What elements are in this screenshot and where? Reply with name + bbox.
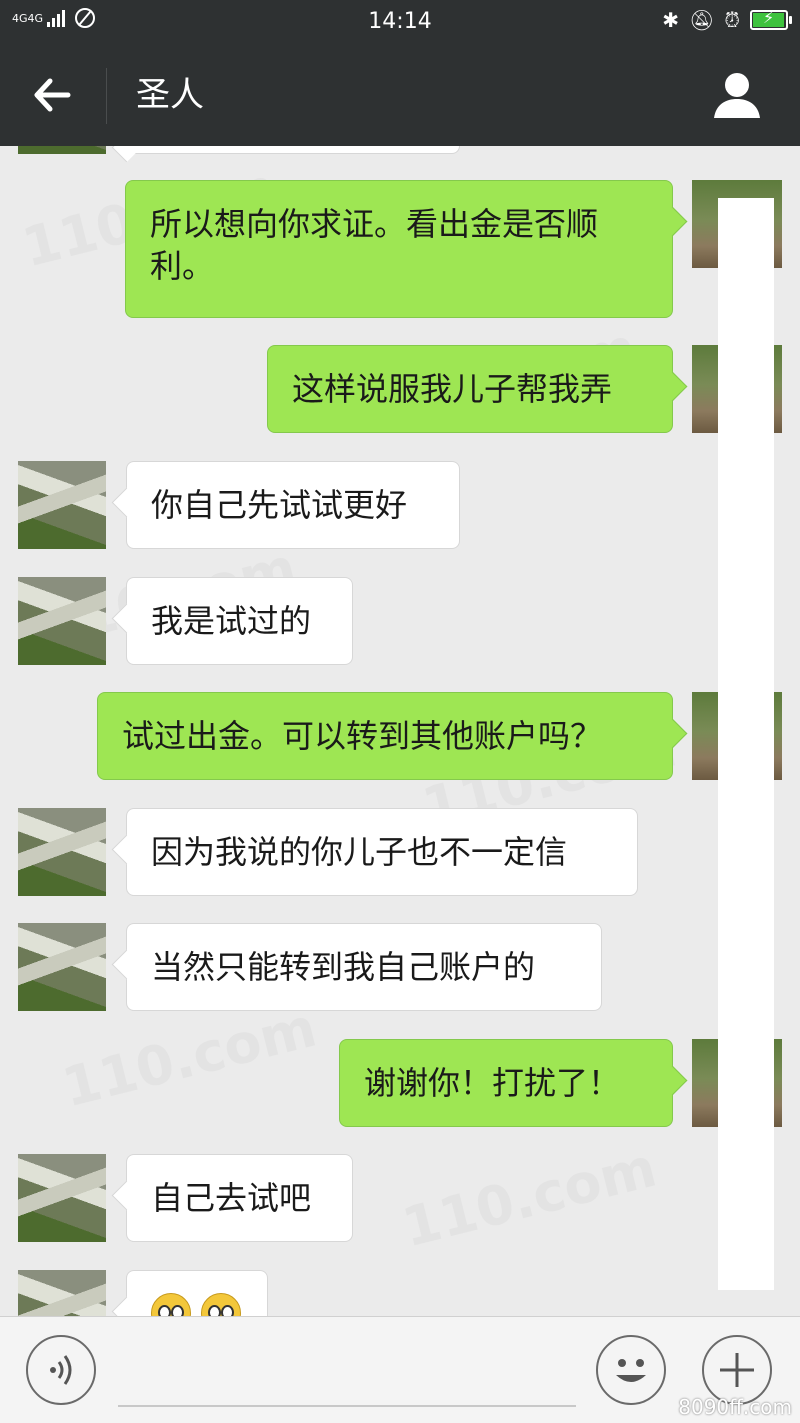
smiling-emoji-icon: [201, 1293, 241, 1316]
chat-header: 圣人: [0, 44, 800, 146]
message-bubble-incoming[interactable]: 我是试过的: [126, 577, 353, 665]
message-text: 你自己先试试更好: [151, 486, 408, 524]
avatar[interactable]: [18, 808, 106, 896]
message-text: 我是试过的: [151, 602, 312, 640]
message-bubble-outgoing[interactable]: 这样说服我儿子帮我弄: [267, 345, 673, 433]
avatar[interactable]: [18, 1154, 106, 1242]
bluetooth-icon: ✱: [662, 8, 679, 32]
message-bubble-outgoing[interactable]: 谢谢你！打扰了！: [339, 1039, 673, 1127]
bell-muted-icon: 🔕︎: [689, 8, 715, 32]
chat-title: 圣人: [136, 75, 204, 115]
contact-info-button[interactable]: [710, 68, 764, 122]
input-bar: 8090ff.com: [0, 1316, 800, 1423]
avatar[interactable]: [18, 146, 106, 154]
emoji-row: [151, 1293, 243, 1316]
message-text: 自己去试吧: [151, 1179, 312, 1217]
back-button[interactable]: [28, 70, 78, 120]
message-text: 这样说服我儿子帮我弄: [292, 370, 613, 408]
avatar[interactable]: [18, 1270, 106, 1316]
redaction-strip: [718, 198, 774, 1290]
message-input[interactable]: [118, 1405, 576, 1407]
status-right: ✱ 🔕︎ ⏰︎ ⚡︎: [662, 8, 792, 32]
watermark: 110.com: [396, 1135, 663, 1260]
watermark: 110.com: [56, 995, 323, 1120]
emoji-button[interactable]: [596, 1335, 666, 1405]
message-bubble-incoming[interactable]: 当然只能转到我自己账户的: [126, 923, 602, 1011]
plus-icon: [720, 1353, 754, 1387]
message-text: 试过出金。可以转到其他账户吗？: [122, 717, 603, 755]
message-bubble-incoming[interactable]: [126, 1270, 268, 1316]
alarm-icon: ⏰︎: [724, 8, 740, 32]
smiling-emoji-icon: [151, 1293, 191, 1316]
message-bubble-partial: [126, 146, 460, 154]
battery-icon: ⚡︎: [750, 8, 792, 30]
message-text: 所以想向你求证。看出金是否顺利。: [150, 205, 599, 285]
message-list[interactable]: 110.com 110.com 110.com 110.com 110.com …: [0, 146, 800, 1316]
person-icon: [714, 73, 760, 118]
voice-button[interactable]: [26, 1335, 96, 1405]
message-text: 因为我说的你儿子也不一定信: [151, 833, 568, 871]
header-divider: [106, 68, 107, 124]
message-bubble-incoming[interactable]: 自己去试吧: [126, 1154, 353, 1242]
message-text: 谢谢你！打扰了！: [364, 1064, 621, 1102]
avatar[interactable]: [18, 577, 106, 665]
arrow-left-icon: [34, 78, 71, 112]
message-bubble-outgoing[interactable]: 所以想向你求证。看出金是否顺利。: [125, 180, 673, 318]
avatar[interactable]: [18, 461, 106, 549]
smiley-icon: [616, 1359, 646, 1382]
status-bar: 4G4G 14:14 ✱ 🔕︎ ⏰︎ ⚡︎: [0, 0, 800, 44]
voice-icon: [50, 1355, 72, 1385]
message-bubble-outgoing[interactable]: 试过出金。可以转到其他账户吗？: [97, 692, 673, 780]
message-bubble-incoming[interactable]: 因为我说的你儿子也不一定信: [126, 808, 638, 896]
message-bubble-incoming[interactable]: 你自己先试试更好: [126, 461, 460, 549]
message-text: 当然只能转到我自己账户的: [151, 948, 536, 986]
corner-watermark: 8090ff.com: [678, 1395, 792, 1419]
charging-icon: ⚡︎: [763, 8, 775, 27]
avatar[interactable]: [18, 923, 106, 1011]
